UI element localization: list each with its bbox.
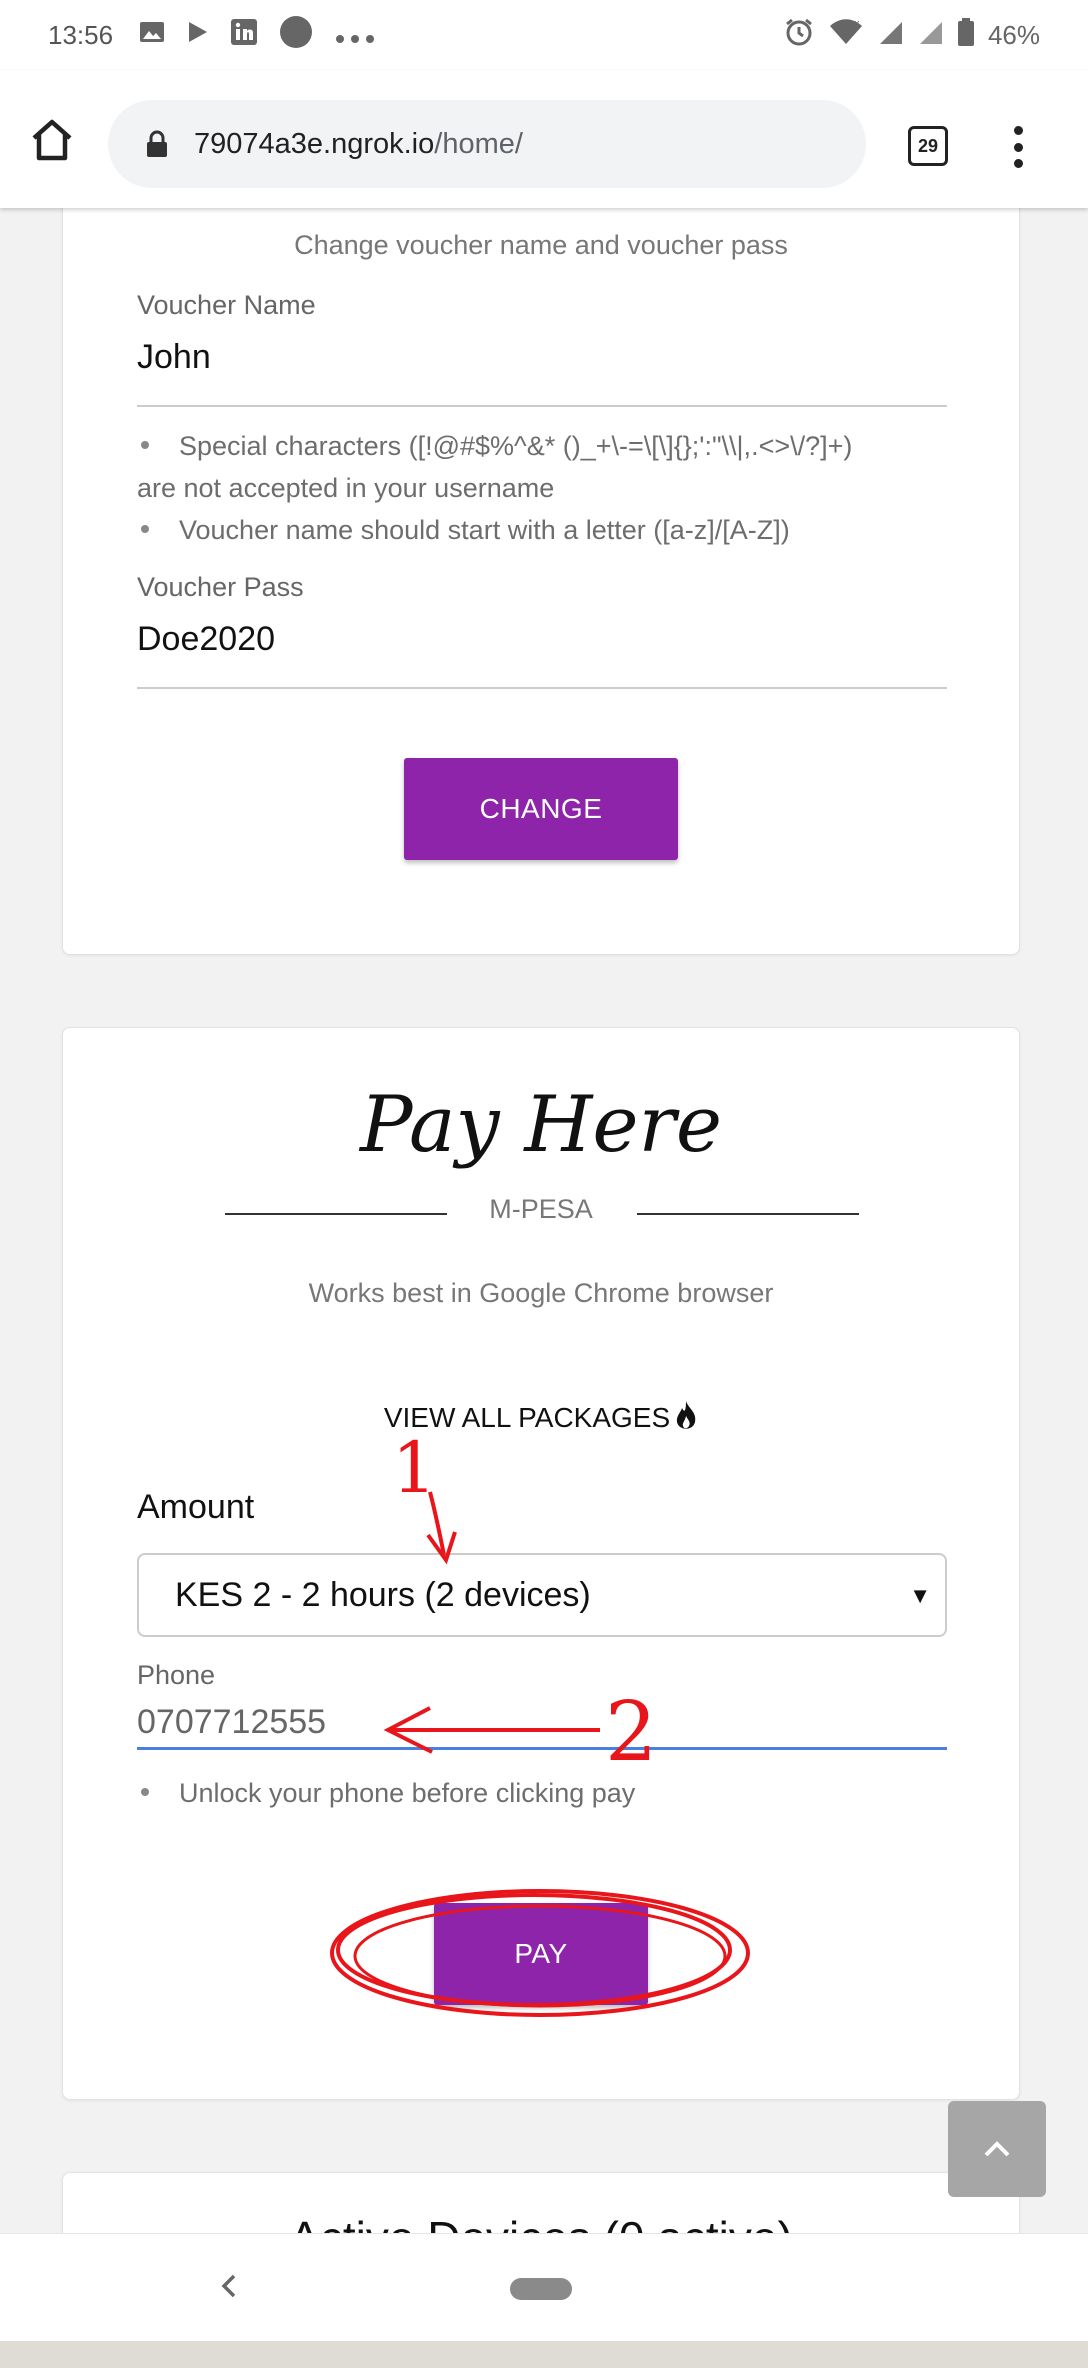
url-bar[interactable]: 79074a3e.ngrok.io/home/ — [108, 100, 866, 188]
voucher-name-underline — [137, 405, 947, 407]
change-button[interactable]: CHANGE — [404, 758, 678, 860]
phone-input[interactable] — [137, 1698, 947, 1750]
phone-label: Phone — [137, 1660, 216, 1690]
url-path: /home/ — [434, 127, 523, 160]
voucher-settings-card: Change voucher name and voucher pass Vou… — [62, 150, 1020, 955]
svg-text:x: x — [854, 18, 860, 30]
home-icon[interactable] — [28, 116, 76, 164]
bottom-strip — [0, 2341, 1088, 2368]
flame-icon — [674, 1400, 698, 1439]
scroll-to-top-button[interactable] — [948, 2101, 1046, 2197]
system-nav-bar — [0, 2233, 1088, 2341]
home-pill-button[interactable] — [510, 2278, 572, 2300]
voucher-pass-underline — [137, 687, 947, 689]
amount-label: Amount — [137, 1488, 255, 1526]
wifi-icon: x — [828, 18, 864, 53]
view-all-packages-link[interactable]: VIEW ALL PACKAGES — [63, 1400, 1019, 1439]
play-store-icon — [187, 20, 209, 51]
browser-menu-icon[interactable] — [1008, 122, 1028, 172]
signal-icon-2 — [918, 18, 944, 53]
chevron-up-icon — [984, 2141, 1010, 2157]
url-host: 79074a3e.ngrok.io — [194, 127, 435, 160]
lock-icon — [147, 130, 167, 157]
notification-dot-icon — [279, 15, 313, 56]
voucher-name-label: Voucher Name — [137, 290, 316, 320]
view-packages-label: VIEW ALL PACKAGES — [383, 1401, 671, 1433]
browser-toolbar: 79074a3e.ngrok.io/home/ 29 — [0, 70, 1088, 208]
hint-item: Voucher name should start with a letter … — [137, 509, 947, 551]
more-notifications-icon — [335, 20, 375, 51]
hint-item-continued: are not accepted in your username — [137, 473, 555, 503]
pay-title: Pay Here — [360, 1080, 722, 1170]
back-chevron-icon[interactable] — [214, 2266, 244, 2306]
status-time: 13:56 — [48, 19, 114, 50]
hint-item: Special characters ([!@#$%^&* ()_+\-=\[\… — [137, 425, 947, 467]
tab-switcher-button[interactable]: 29 — [908, 126, 948, 166]
amount-select[interactable]: KES 2 - 2 hours (2 devices) ▼ — [137, 1553, 947, 1637]
browser-note: Works best in Google Chrome browser — [308, 1278, 774, 1308]
payment-method-label: M-PESA — [489, 1194, 593, 1224]
voucher-name-hints: Special characters ([!@#$%^&* ()_+\-=\[\… — [137, 425, 947, 551]
pay-card: Pay Here M-PESA Works best in Google Chr… — [62, 1027, 1020, 2100]
voucher-pass-label: Voucher Pass — [137, 572, 304, 602]
pay-button[interactable]: PAY — [434, 1903, 648, 2005]
alarm-icon — [784, 17, 814, 54]
linkedin-icon — [231, 18, 258, 52]
status-right-group: x 46% — [784, 17, 1040, 54]
voucher-card-subtitle: Change voucher name and voucher pass — [294, 230, 788, 260]
battery-percent: 46% — [987, 19, 1040, 50]
voucher-pass-input[interactable]: Doe2020 — [137, 620, 275, 659]
gallery-icon — [139, 20, 165, 51]
voucher-name-input[interactable]: John — [137, 338, 211, 377]
status-bar: 13:56 x 46% — [0, 0, 1088, 70]
dropdown-caret-icon: ▼ — [909, 1583, 931, 1608]
amount-selected-value: KES 2 - 2 hours (2 devices) — [175, 1575, 591, 1614]
battery-icon — [957, 17, 974, 53]
divider-right — [637, 1213, 859, 1215]
phone-hint: Unlock your phone before clicking pay — [137, 1772, 947, 1814]
signal-icon-1 — [878, 18, 904, 53]
